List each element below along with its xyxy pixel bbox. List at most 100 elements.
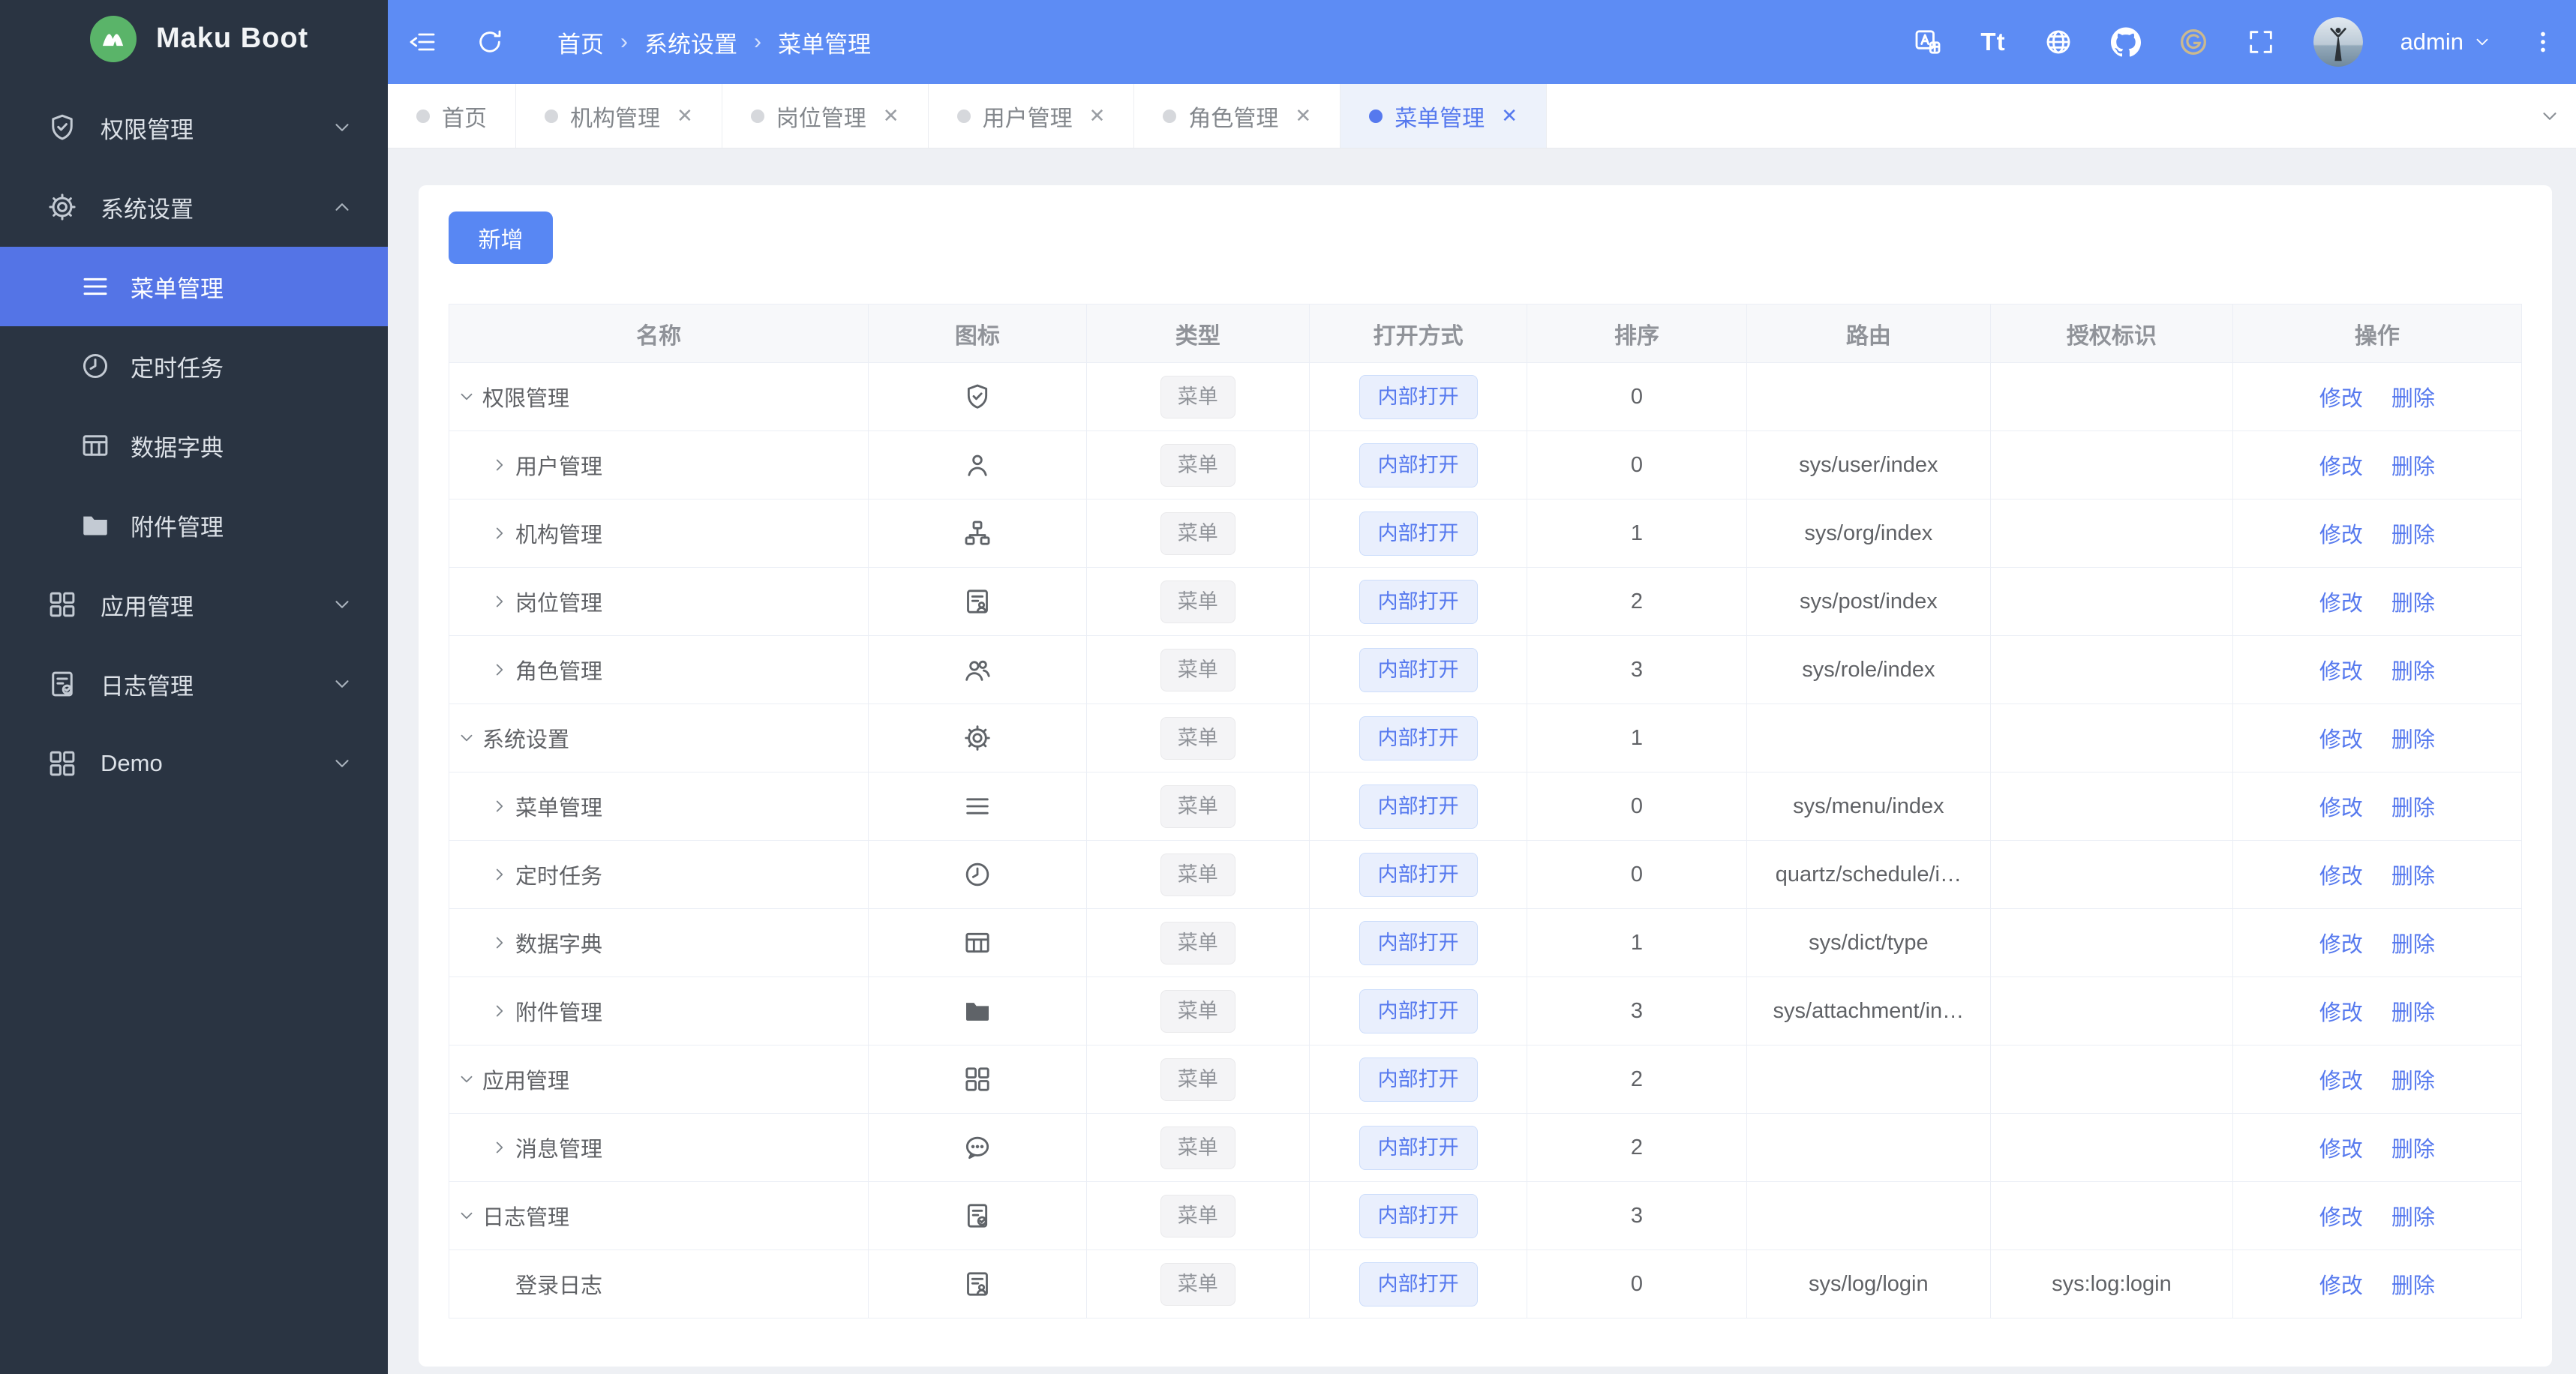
menu-table: 名称 图标 类型 打开方式 排序 路由 授权标识 操作 权限管理 菜单 内部打开 0 修改 删除 用户管理…	[448, 304, 2523, 1318]
edit-link[interactable]: 修改	[2319, 1138, 2363, 1162]
expand-arrow-icon[interactable]	[490, 1001, 515, 1021]
delete-link[interactable]: 删除	[2391, 865, 2435, 889]
delete-link[interactable]: 删除	[2391, 387, 2435, 411]
tab-item[interactable]: 岗位管理 ✕	[722, 84, 929, 148]
sidebar-item[interactable]: 系统设置	[0, 167, 388, 247]
expand-arrow-icon[interactable]	[490, 660, 515, 680]
expand-arrow-icon[interactable]	[457, 1070, 482, 1089]
sidebar-item[interactable]: 日志管理	[0, 644, 388, 724]
actions-cell: 修改 删除	[2232, 567, 2523, 636]
delete-link[interactable]: 删除	[2391, 660, 2435, 684]
expand-arrow-icon[interactable]	[490, 1138, 515, 1157]
sidebar-item[interactable]: 定时任务	[0, 326, 388, 406]
kebab-menu-icon[interactable]	[2529, 28, 2556, 56]
expand-arrow-icon[interactable]	[457, 728, 482, 748]
expand-arrow-icon[interactable]	[490, 796, 515, 816]
tab-item[interactable]: 机构管理 ✕	[516, 84, 722, 148]
sidebar-item[interactable]: 应用管理	[0, 565, 388, 644]
sidebar-item-label: 应用管理	[101, 593, 194, 620]
avatar[interactable]	[2313, 17, 2363, 67]
refresh-icon[interactable]	[475, 27, 505, 57]
edit-link[interactable]: 修改	[2319, 455, 2363, 479]
edit-link[interactable]: 修改	[2319, 796, 2363, 820]
type-tag: 菜单	[1160, 784, 1235, 828]
type-tag: 菜单	[1160, 989, 1235, 1033]
delete-link[interactable]: 删除	[2391, 455, 2435, 479]
grid-icon	[47, 589, 78, 620]
delete-link[interactable]: 删除	[2391, 1070, 2435, 1094]
expand-arrow-icon[interactable]	[457, 1206, 482, 1226]
open-mode-cell: 内部打开	[1308, 430, 1528, 500]
delete-link[interactable]: 删除	[2391, 592, 2435, 616]
edit-link[interactable]: 修改	[2319, 728, 2363, 752]
sidebar-item-label: 权限管理	[101, 116, 194, 143]
expand-arrow-icon[interactable]	[490, 455, 515, 475]
collapse-sidebar-icon[interactable]	[407, 27, 437, 57]
edit-link[interactable]: 修改	[2319, 660, 2363, 684]
delete-link[interactable]: 删除	[2391, 524, 2435, 548]
font-size-icon[interactable]: Tt	[1980, 28, 2005, 56]
user-menu[interactable]: admin	[2400, 28, 2492, 56]
sidebar-item[interactable]: Demo	[0, 724, 388, 803]
github-icon[interactable]	[2110, 27, 2141, 57]
edit-link[interactable]: 修改	[2319, 592, 2363, 616]
translate-icon[interactable]	[1913, 27, 1943, 57]
breadcrumb-item[interactable]: 系统设置	[644, 26, 737, 59]
open-mode-tag: 内部打开	[1359, 442, 1478, 488]
tab-label: 用户管理	[982, 106, 1073, 131]
tab-close-icon[interactable]: ✕	[1501, 104, 1518, 128]
tab-item[interactable]: 角色管理 ✕	[1134, 84, 1341, 148]
tab-close-icon[interactable]: ✕	[677, 104, 693, 128]
delete-link[interactable]: 删除	[2391, 1274, 2435, 1298]
expand-arrow-icon[interactable]	[490, 524, 515, 543]
expand-arrow-icon[interactable]	[490, 865, 515, 884]
tab-item[interactable]: 首页	[388, 84, 516, 148]
edit-link[interactable]: 修改	[2319, 1070, 2363, 1094]
delete-link[interactable]: 删除	[2391, 728, 2435, 752]
globe-icon[interactable]	[2043, 27, 2073, 57]
edit-link[interactable]: 修改	[2319, 1206, 2363, 1230]
add-button[interactable]: 新增	[449, 212, 553, 264]
expand-arrow-icon[interactable]	[490, 592, 515, 611]
auth-cell	[1990, 430, 2233, 500]
edit-link[interactable]: 修改	[2319, 1001, 2363, 1025]
sidebar-menu: 权限管理系统设置 菜单管理 定时任务 数据字典 附件管理应用管理日志管理 Demo	[0, 77, 388, 803]
icon-cell	[868, 704, 1087, 772]
tab-item[interactable]: 菜单管理 ✕	[1341, 84, 1547, 148]
header-right: Tt admin	[1913, 17, 2556, 67]
delete-link[interactable]: 删除	[2391, 1206, 2435, 1230]
edit-link[interactable]: 修改	[2319, 387, 2363, 411]
edit-link[interactable]: 修改	[2319, 524, 2363, 548]
sort-cell: 0	[1527, 362, 1747, 431]
fullscreen-icon[interactable]	[2246, 27, 2276, 57]
gitee-icon[interactable]	[2178, 27, 2208, 57]
sort-cell: 0	[1527, 1250, 1747, 1318]
content-card: 新增 名称 图标 类型 打开方式 排序 路由 授权标识 操作 权限管理 菜单 内部打开 0 修改 删除用…	[419, 185, 2552, 1366]
tab-close-icon[interactable]: ✕	[1089, 104, 1106, 128]
open-mode-tag: 内部打开	[1359, 852, 1478, 897]
id-card-icon	[962, 1269, 992, 1299]
route-cell: sys/org/index	[1746, 499, 1992, 568]
edit-link[interactable]: 修改	[2319, 1274, 2363, 1298]
table-row: 岗位管理 菜单 内部打开 2 sys/post/index 修改 删除	[448, 567, 2523, 636]
tab-close-icon[interactable]: ✕	[1295, 104, 1311, 128]
sidebar-item[interactable]: 菜单管理	[0, 247, 388, 326]
actions-cell: 修改 删除	[2232, 704, 2523, 772]
sidebar-item[interactable]: 权限管理	[0, 88, 388, 167]
sidebar-item[interactable]: 数据字典	[0, 406, 388, 485]
actions-cell: 修改 删除	[2232, 772, 2523, 841]
expand-arrow-icon[interactable]	[490, 933, 515, 952]
tab-close-icon[interactable]: ✕	[883, 104, 899, 128]
expand-arrow-icon[interactable]	[457, 387, 482, 406]
delete-link[interactable]: 删除	[2391, 1138, 2435, 1162]
sidebar-item[interactable]: 附件管理	[0, 485, 388, 565]
actions-cell: 修改 删除	[2232, 1181, 2523, 1250]
delete-link[interactable]: 删除	[2391, 796, 2435, 820]
edit-link[interactable]: 修改	[2319, 933, 2363, 957]
delete-link[interactable]: 删除	[2391, 933, 2435, 957]
edit-link[interactable]: 修改	[2319, 865, 2363, 889]
delete-link[interactable]: 删除	[2391, 1001, 2435, 1025]
tabs-dropdown-icon[interactable]	[2523, 84, 2576, 148]
tab-item[interactable]: 用户管理 ✕	[929, 84, 1135, 148]
breadcrumb-item[interactable]: 首页	[557, 26, 604, 59]
